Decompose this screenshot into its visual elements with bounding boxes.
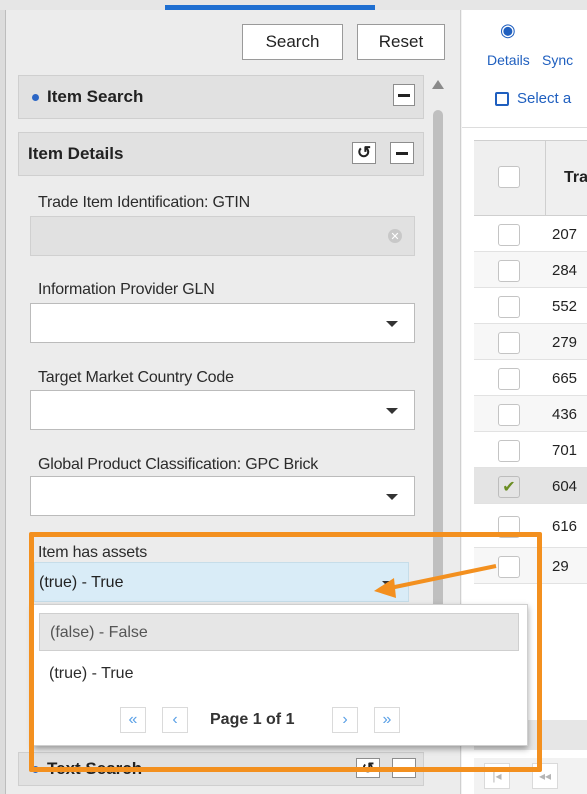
row-value: 207 <box>552 226 578 243</box>
row-value: 284 <box>552 262 578 279</box>
row-checkbox[interactable] <box>498 296 520 318</box>
table-header: Tra <box>474 140 587 216</box>
row-checkbox[interactable] <box>498 332 520 354</box>
row-value: 436 <box>552 406 578 423</box>
chevron-down-icon <box>386 494 398 500</box>
search-button[interactable]: Search <box>242 24 343 60</box>
details-button[interactable]: Details <box>487 52 530 68</box>
results-toolbar <box>462 10 587 128</box>
top-tab-strip <box>0 0 587 10</box>
row-checkbox[interactable] <box>498 404 520 426</box>
gpc-label: Global Product Classification: GPC Brick <box>38 456 319 473</box>
gln-select[interactable] <box>30 303 415 343</box>
annotation-arrow-icon <box>374 564 497 598</box>
item-search-title: Item Search <box>47 87 144 106</box>
table-row[interactable]: 552 <box>474 288 587 324</box>
item-search-section-header[interactable]: Item Search <box>18 75 424 119</box>
gtin-label: Trade Item Identification: GTIN <box>38 194 250 211</box>
row-checkbox[interactable] <box>498 260 520 282</box>
row-value: 701 <box>552 442 578 459</box>
chevron-down-icon <box>386 321 398 327</box>
row-value: 604 <box>552 478 578 495</box>
table-row[interactable]: 279 <box>474 324 587 360</box>
bullet-dot-icon <box>32 93 39 101</box>
column-divider <box>545 140 546 216</box>
select-all-checkbox[interactable] <box>495 92 509 106</box>
table-row[interactable]: 701 <box>474 432 587 468</box>
chevron-down-icon <box>386 408 398 414</box>
row-value: 29 <box>552 558 569 575</box>
table-row[interactable]: 284 <box>474 252 587 288</box>
eye-icon[interactable]: ◉ <box>500 20 516 41</box>
gpc-select[interactable] <box>30 476 415 516</box>
clear-icon[interactable]: ✕ <box>388 229 402 243</box>
row-value: 279 <box>552 334 578 351</box>
collapse-icon[interactable] <box>390 142 414 164</box>
table-row[interactable]: 436 <box>474 396 587 432</box>
row-checkbox[interactable] <box>498 224 520 246</box>
row-value: 665 <box>552 370 578 387</box>
table-row[interactable]: 665 <box>474 360 587 396</box>
country-select[interactable] <box>30 390 415 430</box>
header-checkbox[interactable] <box>498 166 520 188</box>
country-label: Target Market Country Code <box>38 369 234 386</box>
item-details-title: Item Details <box>28 144 124 163</box>
table-row[interactable]: 207 <box>474 216 587 252</box>
refresh-icon[interactable]: ↺ <box>352 142 376 164</box>
column-header[interactable]: Tra <box>564 169 587 187</box>
sync-button[interactable]: Sync <box>542 52 573 68</box>
row-value: 616 <box>552 518 578 535</box>
table-row-selected[interactable]: ✔ 604 <box>474 468 587 504</box>
select-all-label[interactable]: Select a <box>517 90 571 107</box>
row-checkbox[interactable] <box>498 440 520 462</box>
reset-button[interactable]: Reset <box>357 24 445 60</box>
collapse-icon[interactable] <box>393 84 415 106</box>
gln-label: Information Provider GLN <box>38 281 215 298</box>
row-value: 552 <box>552 298 578 315</box>
scroll-up-icon[interactable] <box>432 80 444 89</box>
row-checkbox[interactable] <box>498 368 520 390</box>
gtin-field[interactable]: ✕ <box>30 216 415 256</box>
checkmark-icon[interactable]: ✔ <box>498 476 520 498</box>
